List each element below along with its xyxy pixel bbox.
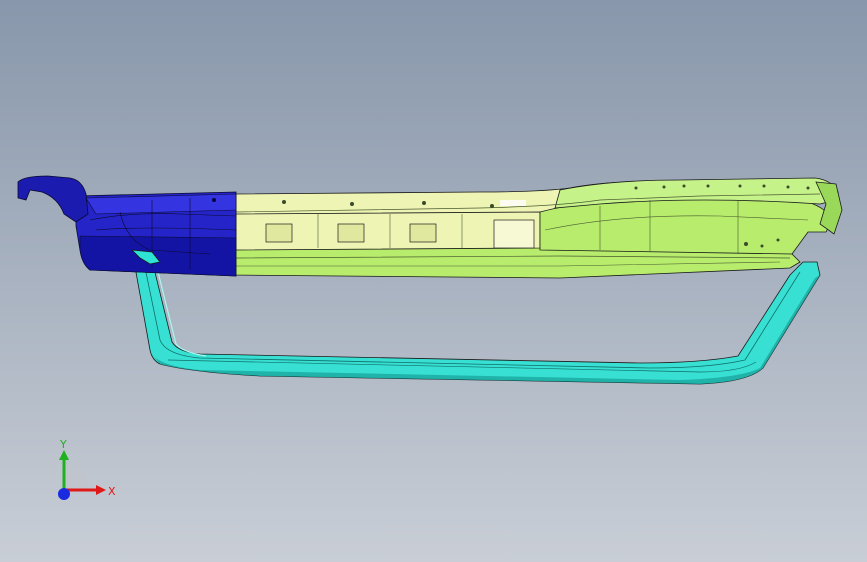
x-axis-label: X (108, 485, 116, 498)
blue-end-part[interactable] (17, 175, 237, 277)
y-axis-label: Y (59, 438, 67, 451)
sill-pocket-4 (493, 219, 535, 249)
triad-quarter-disc (64, 464, 90, 490)
blue-end-dark-band (79, 235, 237, 277)
sill-main-part[interactable] (229, 177, 843, 279)
axis-triad: X Y (58, 438, 116, 500)
sill-highlight (500, 200, 526, 206)
sill-pocket-3 (409, 223, 437, 243)
sill-green-body (539, 197, 833, 255)
3d-viewport[interactable]: X Y (0, 0, 867, 562)
x-axis-arrow-icon (96, 485, 106, 495)
sill-pocket-2 (337, 223, 365, 243)
sill-pocket-1 (265, 223, 293, 243)
z-axis-dot-icon (58, 488, 70, 500)
blue-end-hole (212, 198, 216, 202)
cad-model[interactable] (0, 0, 867, 562)
blue-end-hook (17, 175, 89, 223)
y-axis-arrow-icon (59, 450, 69, 460)
